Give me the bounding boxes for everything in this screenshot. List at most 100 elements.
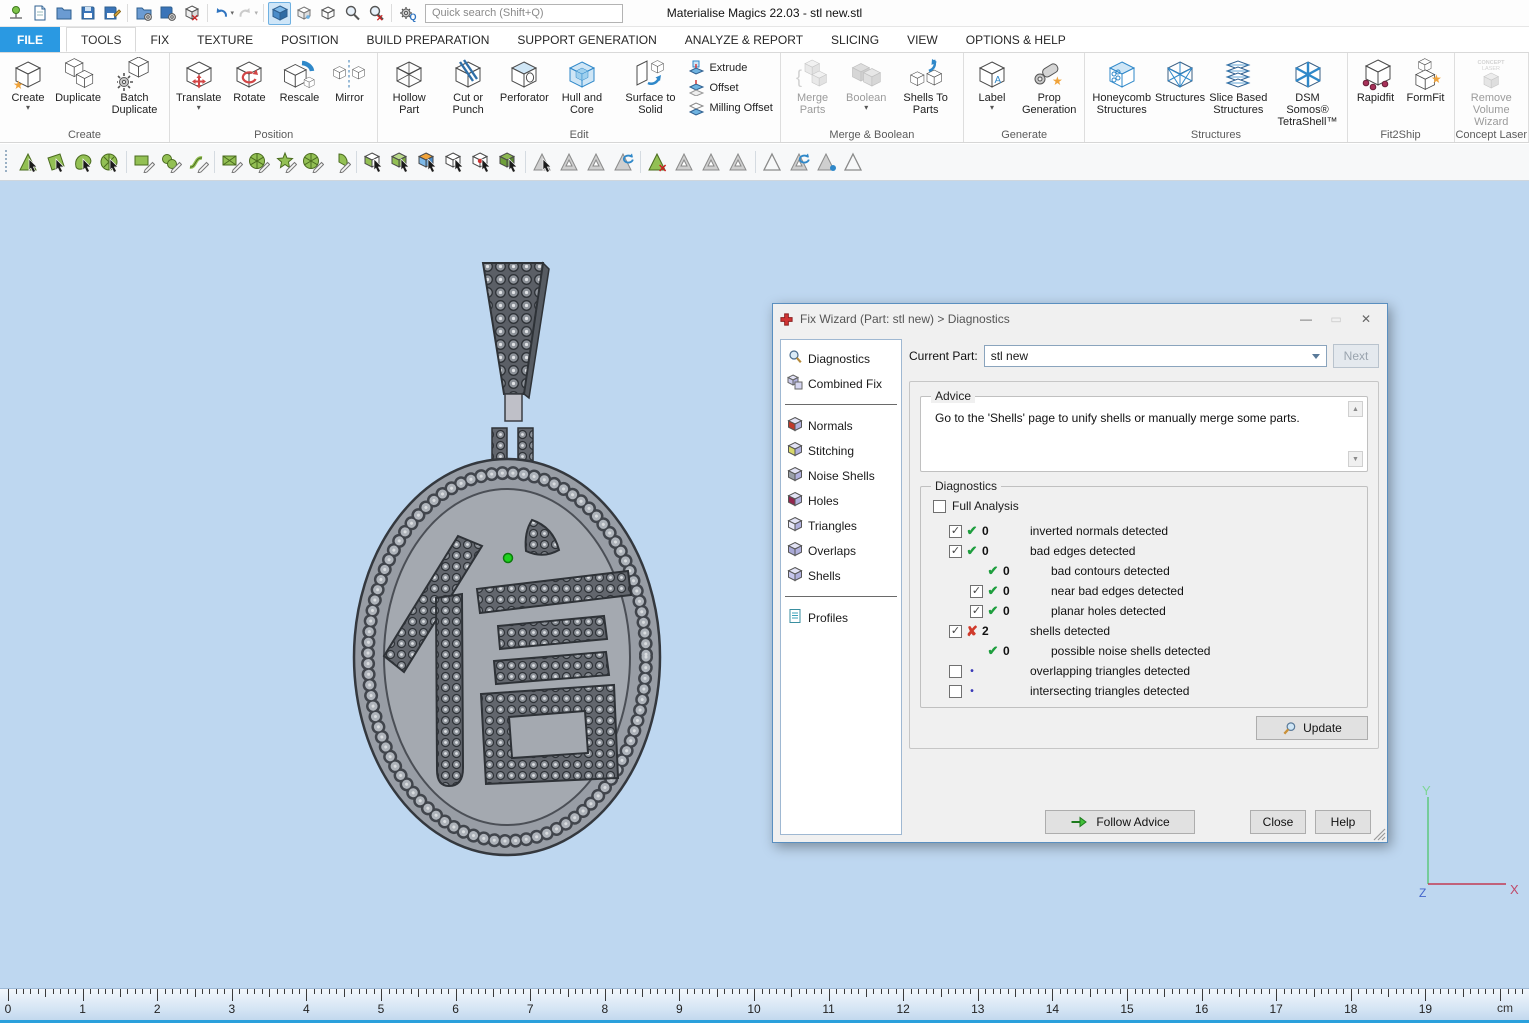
quick-search-settings-icon[interactable]: Q	[396, 2, 419, 25]
tab-fix[interactable]: FIX	[136, 27, 183, 52]
ribbon-item-boolean[interactable]: Boolean▾	[841, 55, 891, 113]
current-part-combobox[interactable]: stl new	[984, 345, 1327, 367]
ribbon-item-hull-and-core[interactable]: Hull and Core	[549, 55, 614, 118]
select-cube-solid-icon[interactable]	[495, 149, 522, 176]
triangle-tool-5-icon[interactable]	[698, 149, 725, 176]
tab-view[interactable]: VIEW	[893, 27, 952, 52]
fix-page-shells[interactable]: Shells	[781, 563, 901, 588]
new-scene-icon[interactable]	[28, 2, 51, 25]
diagnostic-checkbox[interactable]: ✓	[949, 625, 962, 638]
undo-icon[interactable]: ▾	[212, 2, 235, 25]
mark-brush-icon[interactable]	[245, 149, 272, 176]
select-planes-icon[interactable]	[42, 149, 69, 176]
mark-freeform-icon[interactable]	[184, 149, 211, 176]
tab-file[interactable]: FILE	[0, 27, 60, 52]
triangle-tool-1-icon[interactable]	[529, 149, 556, 176]
import-part-icon[interactable]	[4, 2, 27, 25]
triangle-outline-icon[interactable]	[759, 149, 786, 176]
ribbon-item-structures[interactable]: Structures	[1155, 55, 1205, 106]
tab-analyze-report[interactable]: ANALYZE & REPORT	[671, 27, 817, 52]
viewport-3d[interactable]: Y X Z Fix Wizard (Part: stl new) > Diagn…	[0, 181, 1529, 988]
save-platform-icon[interactable]	[156, 2, 179, 25]
isometric-view-icon[interactable]	[268, 2, 291, 25]
triangle-tool-2-icon[interactable]	[556, 149, 583, 176]
diagnostic-checkbox[interactable]: ✓	[970, 585, 983, 598]
fix-page-diagnostics[interactable]: Diagnostics	[781, 346, 901, 371]
ribbon-item-perforator[interactable]: Perforator	[499, 55, 549, 106]
ribbon-item-honeycomb-structures[interactable]: Honeycomb Structures	[1088, 55, 1155, 118]
help-button[interactable]: Help	[1315, 810, 1371, 834]
ribbon-item-offset[interactable]: Offset	[688, 79, 772, 96]
select-cube-inner-icon[interactable]	[468, 149, 495, 176]
mark-rectangle-icon[interactable]	[130, 149, 157, 176]
scroll-up-icon[interactable]: ▲	[1348, 401, 1363, 417]
mark-star-icon[interactable]	[272, 149, 299, 176]
triangle-tool-4-icon[interactable]	[671, 149, 698, 176]
select-cube-visible-icon[interactable]	[387, 149, 414, 176]
triangle-tool-7-icon[interactable]	[840, 149, 867, 176]
ribbon-item-extrude[interactable]: Extrude	[688, 59, 772, 76]
ribbon-item-duplicate[interactable]: Duplicate	[53, 55, 103, 106]
dialog-minimize-button[interactable]: —	[1291, 308, 1321, 330]
ribbon-item-hollow-part[interactable]: Hollow Part	[381, 55, 436, 118]
dialog-maximize-button[interactable]: ▭	[1321, 308, 1351, 330]
ribbon-item-create[interactable]: ★Create▾	[3, 55, 53, 113]
ribbon-item-batch-duplicate[interactable]: Batch Duplicate	[103, 55, 166, 118]
toolbar-drag-handle[interactable]	[5, 150, 10, 174]
fix-page-noise-shells[interactable]: Noise Shells	[781, 463, 901, 488]
quick-search-input[interactable]	[425, 4, 623, 23]
select-cube-front-icon[interactable]	[360, 149, 387, 176]
select-cube-clear-icon[interactable]	[441, 149, 468, 176]
mark-ellipse-icon[interactable]	[157, 149, 184, 176]
delete-marked-icon[interactable]: ✕	[644, 149, 671, 176]
view-cube-icon[interactable]	[316, 2, 339, 25]
fix-page-overlaps[interactable]: Overlaps	[781, 538, 901, 563]
advice-scrollbar[interactable]: ▲ ▼	[1347, 401, 1363, 467]
fix-wizard-title-bar[interactable]: Fix Wizard (Part: stl new) > Diagnostics…	[773, 304, 1387, 334]
save-as-icon[interactable]	[100, 2, 123, 25]
ribbon-item-slice-based-structures[interactable]: Slice Based Structures	[1205, 55, 1271, 118]
triangle-tool-3-icon[interactable]	[583, 149, 610, 176]
select-shells-icon[interactable]	[96, 149, 123, 176]
ribbon-item-rapidfit[interactable]: Rapidfit	[1351, 55, 1401, 106]
unload-part-icon[interactable]: ✕	[180, 2, 203, 25]
diagnostic-checkbox[interactable]: ✓	[949, 545, 962, 558]
tab-support-generation[interactable]: SUPPORT GENERATION	[503, 27, 670, 52]
triangle-point-icon[interactable]	[813, 149, 840, 176]
select-surfaces-icon[interactable]	[69, 149, 96, 176]
ribbon-item-remove-volume-wizard[interactable]: CONCEPTLASERRemove Volume Wizard	[1458, 55, 1526, 130]
zoom-icon[interactable]	[340, 2, 363, 25]
fix-page-stitching[interactable]: Stitching	[781, 438, 901, 463]
ribbon-item-prop-generation[interactable]: ★Prop Generation	[1017, 55, 1081, 118]
mark-pie-icon[interactable]	[299, 149, 326, 176]
follow-advice-button[interactable]: Follow Advice	[1045, 810, 1195, 834]
ribbon-item-mirror[interactable]: Mirror	[324, 55, 374, 106]
select-cube-top-icon[interactable]	[414, 149, 441, 176]
ribbon-item-milling-offset[interactable]: Milling Offset	[688, 99, 772, 116]
fix-page-combined-fix[interactable]: Combined Fix	[781, 371, 901, 396]
tab-tools[interactable]: TOOLS	[66, 27, 136, 52]
tab-options-help[interactable]: OPTIONS & HELP	[952, 27, 1080, 52]
triangle-swap-icon[interactable]	[786, 149, 813, 176]
fix-page-normals[interactable]: Normals	[781, 413, 901, 438]
next-button[interactable]: Next	[1333, 344, 1379, 368]
fix-page-triangles[interactable]: Triangles	[781, 513, 901, 538]
triangle-tool-6-icon[interactable]	[725, 149, 752, 176]
ribbon-item-rotate[interactable]: Rotate	[224, 55, 274, 106]
ribbon-item-translate[interactable]: Translate▾	[173, 55, 224, 113]
mark-sector-icon[interactable]	[326, 149, 353, 176]
select-triangles-icon[interactable]	[15, 149, 42, 176]
unzoom-icon[interactable]: ✕	[364, 2, 387, 25]
scroll-down-icon[interactable]: ▼	[1348, 451, 1363, 467]
diagnostic-checkbox[interactable]	[949, 685, 962, 698]
ribbon-item-dsm-somos-tetrashell-[interactable]: DSM Somos® TetraShell™	[1272, 55, 1344, 130]
ribbon-item-label[interactable]: ALabel▾	[967, 55, 1017, 113]
fix-page-holes[interactable]: Holes	[781, 488, 901, 513]
ribbon-item-formfit[interactable]: ★FormFit	[1401, 55, 1451, 106]
ribbon-item-surface-to-solid[interactable]: Surface to Solid	[614, 55, 686, 118]
redo-icon[interactable]: ▾	[236, 2, 259, 25]
ribbon-item-merge-parts[interactable]: {Merge Parts	[784, 55, 841, 118]
mark-window-triangles-icon[interactable]	[218, 149, 245, 176]
open-file-icon[interactable]	[52, 2, 75, 25]
fix-page-profiles[interactable]: Profiles	[781, 605, 901, 630]
